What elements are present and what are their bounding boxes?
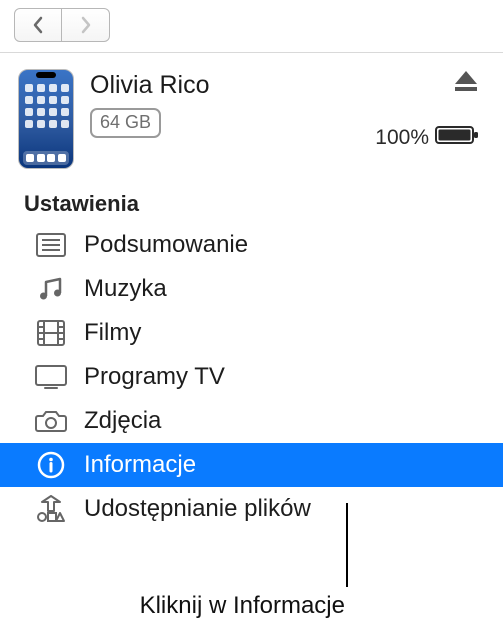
sidebar-section-title: Ustawienia — [0, 177, 503, 223]
nav-forward-button[interactable] — [62, 8, 110, 42]
summary-icon — [34, 230, 68, 260]
sidebar-item-music[interactable]: Muzyka — [0, 267, 503, 311]
sidebar-item-label: Informacje — [84, 451, 196, 479]
callout-line — [346, 503, 348, 587]
music-icon — [34, 274, 68, 304]
film-icon — [34, 318, 68, 348]
sidebar-item-summary[interactable]: Podsumowanie — [0, 223, 503, 267]
apps-icon — [34, 494, 68, 524]
callout-text: Kliknij w Informacje — [0, 592, 345, 620]
battery-percentage: 100% — [375, 126, 429, 150]
info-icon — [34, 450, 68, 480]
device-thumbnail — [18, 69, 74, 169]
battery-icon — [435, 124, 479, 151]
sidebar-item-label: Zdjęcia — [84, 407, 161, 435]
device-name: Olivia Rico — [90, 71, 375, 100]
sidebar-item-label: Filmy — [84, 319, 141, 347]
sidebar-item-label: Podsumowanie — [84, 231, 248, 259]
tv-icon — [34, 362, 68, 392]
eject-button[interactable] — [453, 69, 479, 98]
camera-icon — [34, 406, 68, 436]
device-capacity-badge: 64 GB — [90, 108, 161, 138]
sidebar-item-file-sharing[interactable]: Udostępnianie plików — [0, 487, 503, 531]
sidebar-item-label: Muzyka — [84, 275, 167, 303]
sidebar-item-photos[interactable]: Zdjęcia — [0, 399, 503, 443]
sidebar-item-label: Programy TV — [84, 363, 225, 391]
chevron-left-icon — [32, 16, 44, 34]
sidebar-item-label: Udostępnianie plików — [84, 495, 311, 523]
nav-back-button[interactable] — [14, 8, 62, 42]
sidebar-item-info[interactable]: Informacje — [0, 443, 503, 487]
chevron-right-icon — [80, 16, 92, 34]
sidebar-item-movies[interactable]: Filmy — [0, 311, 503, 355]
eject-icon — [453, 69, 479, 93]
sidebar-item-tv[interactable]: Programy TV — [0, 355, 503, 399]
